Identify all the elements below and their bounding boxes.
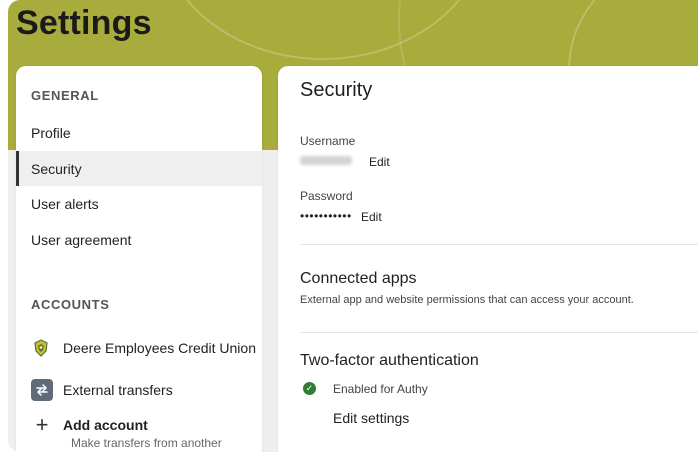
sidebar-item-user-agreement[interactable]: User agreement — [16, 222, 262, 257]
edit-two-factor-settings-link[interactable]: Edit settings — [333, 410, 409, 426]
account-label: External transfers — [63, 382, 173, 398]
accounts-section-heading: ACCOUNTS — [31, 297, 110, 312]
two-factor-status: Enabled for Authy — [333, 382, 428, 396]
check-circle-icon: ✓ — [303, 382, 316, 395]
security-panel: Security Username Edit Password ••••••••… — [278, 66, 698, 452]
account-label: Deere Employees Credit Union — [63, 340, 256, 356]
add-account-sublabel: Make transfers from another — [71, 436, 222, 450]
credit-union-logo-icon — [31, 338, 51, 358]
edit-username-link[interactable]: Edit — [369, 155, 390, 169]
two-factor-title: Two-factor authentication — [300, 352, 479, 369]
page-title: Settings — [16, 4, 152, 42]
general-section-heading: GENERAL — [31, 88, 99, 103]
transfer-arrows-icon — [31, 379, 53, 401]
sidebar-item-security[interactable]: Security — [16, 151, 262, 186]
panel-title: Security — [300, 79, 373, 101]
settings-window: Settings GENERAL Profile Security User a… — [8, 0, 698, 452]
password-value-masked: ••••••••••• — [300, 209, 352, 223]
settings-sidebar: GENERAL Profile Security User alerts Use… — [16, 66, 262, 452]
plus-icon: + — [35, 412, 49, 437]
account-item-external-transfers[interactable]: External transfers — [31, 379, 173, 401]
add-account-label: Add account — [63, 417, 148, 433]
divider — [300, 244, 698, 245]
connected-apps-title[interactable]: Connected apps — [300, 270, 417, 288]
connected-apps-description: External app and website permissions tha… — [300, 294, 634, 306]
divider — [300, 332, 698, 333]
username-value-redacted — [300, 156, 352, 165]
sidebar-item-user-alerts[interactable]: User alerts — [16, 186, 262, 221]
add-account-button[interactable]: + Add account — [31, 412, 148, 437]
username-label: Username — [300, 134, 356, 148]
sidebar-item-profile[interactable]: Profile — [16, 115, 262, 150]
password-label: Password — [300, 189, 353, 203]
account-item-deere-credit-union[interactable]: Deere Employees Credit Union — [31, 338, 256, 358]
edit-password-link[interactable]: Edit — [361, 210, 382, 224]
